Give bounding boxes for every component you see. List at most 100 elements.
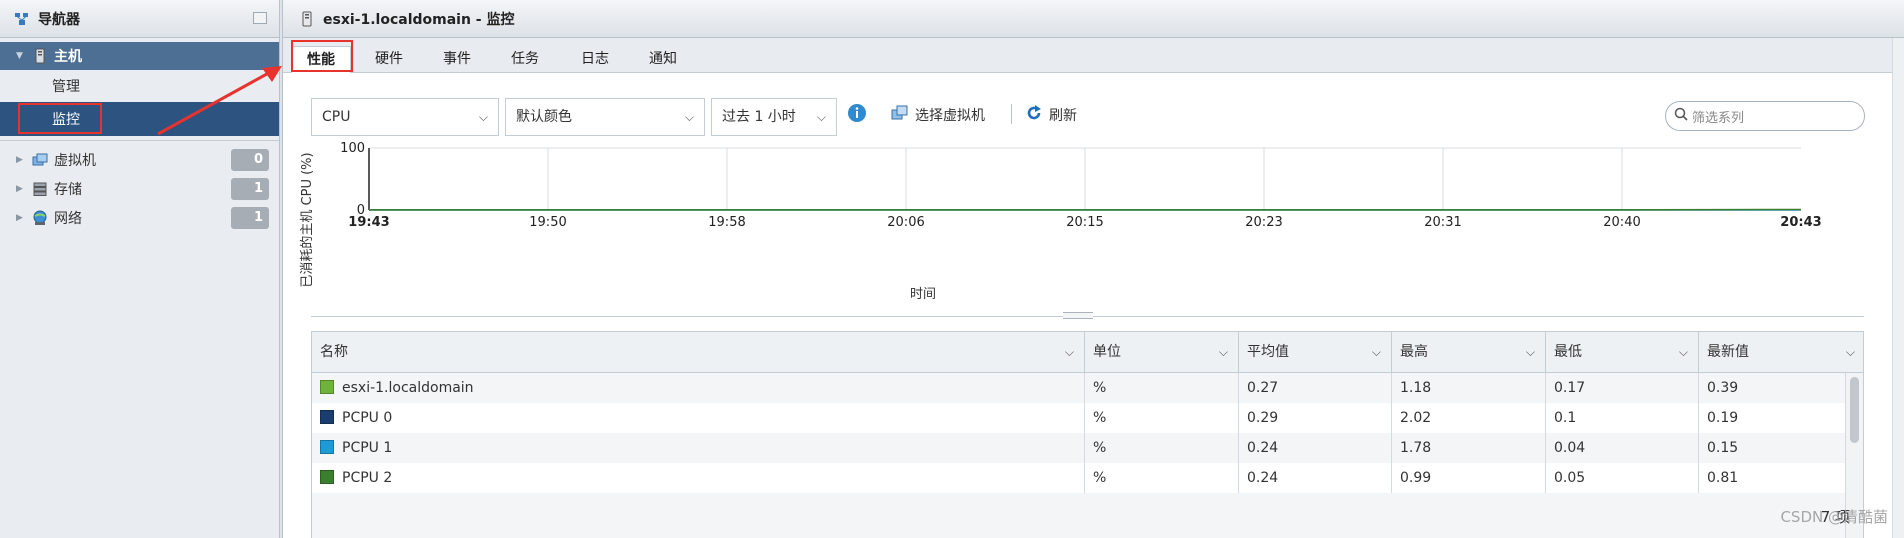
- expand-triangle-icon[interactable]: ▶: [16, 155, 28, 165]
- series-table: 名称 ⌵ 单位 ⌵ 平均值 ⌵ 最高 ⌵ 最低 ⌵ 最新值 ⌵ esxi-1.localdo…: [311, 331, 1864, 538]
- highlight-box-monitor: [18, 103, 102, 134]
- column-header-min[interactable]: 最低 ⌵: [1546, 332, 1699, 373]
- column-header-latest[interactable]: 最新值 ⌵: [1699, 332, 1863, 373]
- series-color-swatch: [320, 440, 334, 454]
- color-select-value: 默认颜色: [516, 109, 572, 125]
- tab-hardware[interactable]: 硬件: [361, 46, 417, 73]
- column-label: 单位: [1093, 344, 1121, 360]
- virtual-machines-icon: [32, 152, 48, 168]
- column-header-average[interactable]: 平均值 ⌵: [1239, 332, 1392, 373]
- filter-series-input[interactable]: 筛选系列: [1665, 101, 1865, 131]
- chevron-down-icon[interactable]: ⌵: [1679, 332, 1688, 373]
- nav-item-label: 存储: [54, 182, 82, 198]
- expand-triangle-icon[interactable]: ▼: [16, 51, 28, 61]
- time-range-select[interactable]: 过去 1 小时 ⌵: [711, 98, 837, 136]
- series-color-swatch: [320, 380, 334, 394]
- select-vm-button[interactable]: 选择虚拟机: [891, 102, 985, 128]
- navigator-icon: [14, 11, 30, 27]
- cell-max: 1.78: [1392, 433, 1546, 463]
- metric-select[interactable]: CPU ⌵: [311, 98, 499, 136]
- cell-min: 0.04: [1546, 433, 1699, 463]
- chevron-down-icon[interactable]: ⌵: [1846, 332, 1855, 373]
- table-row[interactable]: PCPU 2 % 0.24 0.99 0.05 0.81: [312, 463, 1846, 493]
- table-row[interactable]: PCPU 1 % 0.24 1.78 0.04 0.15: [312, 433, 1846, 463]
- chart-y-axis-label: 已消耗的主机 CPU (%): [299, 152, 315, 287]
- main-header: esxi-1.localdomain - 监控: [283, 0, 1904, 38]
- network-globe-icon: [32, 210, 48, 226]
- column-label: 平均值: [1247, 344, 1289, 360]
- metric-select-value: CPU: [322, 109, 351, 125]
- expand-triangle-icon[interactable]: ▶: [16, 184, 28, 194]
- count-badge: 0: [231, 149, 269, 171]
- tab-events[interactable]: 事件: [429, 46, 485, 73]
- chart-x-tick-label: 20:40: [1603, 215, 1640, 230]
- table-header: 名称 ⌵ 单位 ⌵ 平均值 ⌵ 最高 ⌵ 最低 ⌵ 最新值 ⌵: [312, 332, 1863, 373]
- series-color-swatch: [320, 470, 334, 484]
- divider: [0, 140, 279, 141]
- toolbar-divider: [1011, 104, 1012, 124]
- select-vm-icon: [891, 104, 909, 126]
- nav-item-label: 网络: [54, 211, 82, 227]
- time-range-value: 过去 1 小时: [722, 109, 796, 125]
- count-badge: 1: [231, 207, 269, 229]
- filter-series-placeholder: 筛选系列: [1692, 110, 1745, 126]
- info-button[interactable]: [847, 102, 867, 128]
- table-row[interactable]: PCPU 0 % 0.29 2.02 0.1 0.19: [312, 403, 1846, 433]
- cell-average: 0.27: [1239, 373, 1392, 403]
- table-row[interactable]: esxi-1.localdomain % 0.27 1.18 0.17 0.39: [312, 373, 1846, 403]
- column-header-name[interactable]: 名称 ⌵: [312, 332, 1085, 373]
- tab-tasks[interactable]: 任务: [497, 46, 553, 73]
- tab-notifications[interactable]: 通知: [635, 46, 691, 73]
- cpu-usage-chart: 19:43 19:50 19:58 20:06 20:15 20:23 20:31 20:40…: [299, 141, 1822, 302]
- resize-handle[interactable]: [1063, 312, 1093, 319]
- cell-min: 0.05: [1546, 463, 1699, 493]
- cell-name-text: PCPU 1: [342, 440, 393, 456]
- cell-max: 0.99: [1392, 463, 1546, 493]
- cell-average: 0.24: [1239, 463, 1392, 493]
- chevron-down-icon[interactable]: ⌵: [1372, 332, 1381, 373]
- cell-name: PCPU 0: [312, 403, 1085, 433]
- cell-name: PCPU 2: [312, 463, 1085, 493]
- cell-unit: %: [1085, 373, 1239, 403]
- cell-unit: %: [1085, 403, 1239, 433]
- nav-item-vms[interactable]: ▶ 虚拟机 0: [0, 146, 279, 174]
- column-header-max[interactable]: 最高 ⌵: [1392, 332, 1546, 373]
- chart-y-tick-label: 100: [340, 141, 365, 156]
- refresh-button[interactable]: 刷新: [1025, 102, 1077, 128]
- chart-x-axis-label: 时间: [910, 287, 936, 302]
- navigator-title: 导航器: [38, 11, 80, 28]
- chevron-down-icon[interactable]: ⌵: [1219, 332, 1228, 373]
- column-header-unit[interactable]: 单位 ⌵: [1085, 332, 1239, 373]
- page-scrollbar[interactable]: [1892, 38, 1904, 538]
- column-label: 最低: [1554, 344, 1582, 360]
- cell-name: esxi-1.localdomain: [312, 373, 1085, 403]
- host-server-icon: [32, 48, 48, 64]
- nav-item-network[interactable]: ▶ 网络 1: [0, 204, 279, 232]
- cell-average: 0.29: [1239, 403, 1392, 433]
- table-row: [312, 493, 1846, 538]
- chevron-down-icon[interactable]: ⌵: [1526, 332, 1535, 373]
- cell-name-text: PCPU 0: [342, 410, 393, 426]
- cell-name: PCPU 1: [312, 433, 1085, 463]
- chevron-down-icon: ⌵: [816, 110, 826, 124]
- column-label: 名称: [320, 344, 348, 360]
- tab-logs[interactable]: 日志: [567, 46, 623, 73]
- chevron-down-icon[interactable]: ⌵: [1065, 332, 1074, 373]
- search-icon: [1674, 107, 1688, 125]
- cell-unit: %: [1085, 433, 1239, 463]
- cell-max: 2.02: [1392, 403, 1546, 433]
- scrollbar-thumb[interactable]: [1850, 377, 1859, 443]
- collapse-panel-button[interactable]: [253, 12, 267, 24]
- watermark: CSDN @清酷菌: [1780, 508, 1888, 526]
- expand-triangle-icon[interactable]: ▶: [16, 213, 28, 223]
- cell-unit: %: [1085, 463, 1239, 493]
- page-title: esxi-1.localdomain - 监控: [323, 11, 515, 28]
- chart-x-ticks: 19:43 19:50 19:58 20:06 20:15 20:23 20:31 20:40…: [348, 215, 1821, 230]
- column-label: 最新值: [1707, 344, 1749, 360]
- cell-average: 0.24: [1239, 433, 1392, 463]
- nav-item-storage[interactable]: ▶ 存储 1: [0, 175, 279, 203]
- annotation-arrow: [157, 66, 282, 136]
- cell-name-text: esxi-1.localdomain: [342, 380, 474, 396]
- color-select[interactable]: 默认颜色 ⌵: [505, 98, 705, 136]
- cell-latest: 0.19: [1707, 410, 1739, 426]
